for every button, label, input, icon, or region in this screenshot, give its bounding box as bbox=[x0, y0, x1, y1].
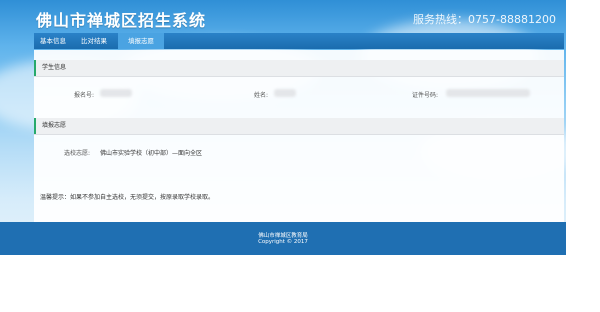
site-title: 佛山市禅城区招生系统 bbox=[36, 11, 207, 30]
section-title: 填报志愿 bbox=[42, 122, 67, 129]
tab-compare-result[interactable]: 比对结果 bbox=[74, 33, 114, 49]
service-hotline: 服务热线：0757-88881200 bbox=[413, 13, 556, 26]
tip-text: 温馨提示：如果不参加自主选校，无须提交，按原录取学校录取。 bbox=[40, 194, 215, 201]
student-info-header: 学生信息 bbox=[34, 60, 564, 77]
registration-number-label: 报名号: bbox=[74, 92, 95, 99]
choice-label: 选校志愿: bbox=[64, 150, 91, 157]
choice-value: 佛山市实验学校（初中部）—面向全区 bbox=[100, 150, 203, 157]
id-number-value bbox=[446, 89, 530, 97]
page: 佛山市禅城区招生系统 服务热线：0757-88881200 基本信息 比对结果 … bbox=[0, 0, 600, 312]
tab-label: 基本信息 bbox=[40, 37, 66, 45]
tab-label: 填报志愿 bbox=[128, 37, 154, 45]
footer-org: 佛山市禅城区教育局 bbox=[258, 233, 308, 239]
tab-basic-info[interactable]: 基本信息 bbox=[34, 33, 72, 49]
footer-copyright: Copyright © 2017 bbox=[258, 239, 308, 245]
name-value bbox=[274, 89, 296, 97]
main-nav: 基本信息 比对结果 填报志愿 bbox=[34, 33, 564, 49]
name-label: 姓名: bbox=[254, 92, 269, 99]
tab-label: 比对结果 bbox=[81, 37, 107, 45]
id-number-label: 证件号码: bbox=[412, 92, 439, 99]
choice-header: 填报志愿 bbox=[34, 118, 564, 135]
tab-fill-choice[interactable]: 填报志愿 bbox=[118, 33, 164, 49]
section-title: 学生信息 bbox=[42, 64, 67, 71]
section-accent-bar bbox=[34, 118, 36, 134]
registration-number-value bbox=[100, 89, 132, 97]
section-accent-bar bbox=[34, 60, 36, 76]
footer: 佛山市禅城区教育局 Copyright © 2017 bbox=[0, 222, 566, 255]
